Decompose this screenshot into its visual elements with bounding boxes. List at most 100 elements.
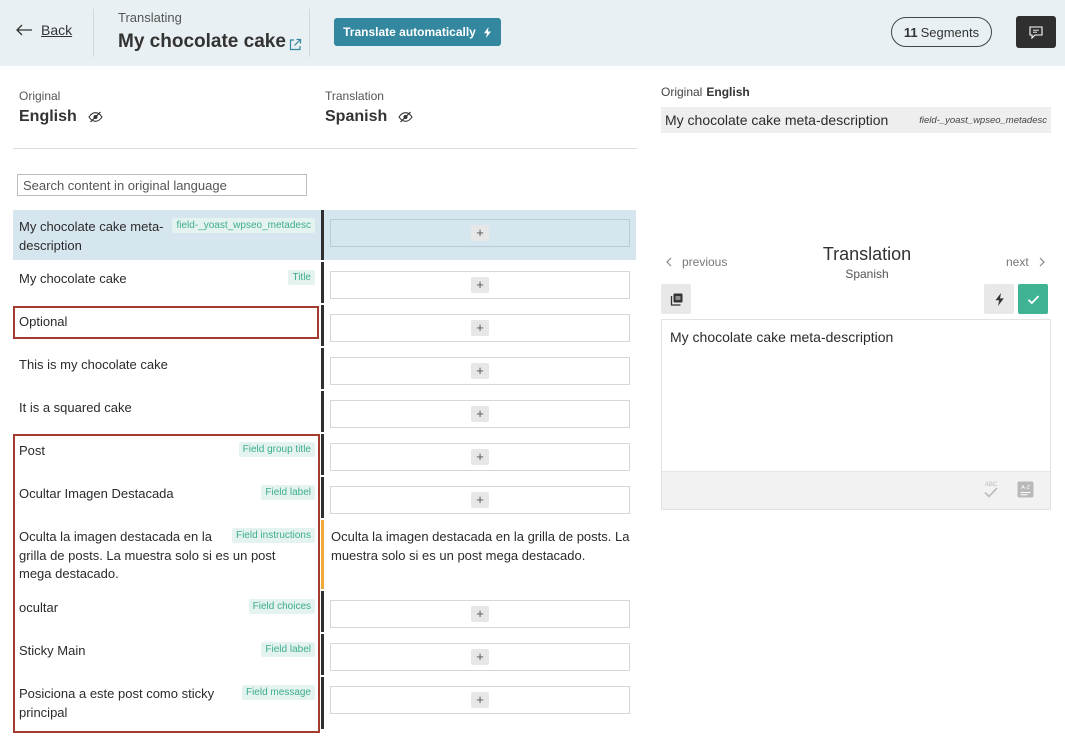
chevron-right-icon bbox=[1039, 257, 1045, 267]
segment-translation-box[interactable]: + bbox=[330, 486, 630, 514]
add-translation-button[interactable]: + bbox=[471, 320, 489, 336]
spellcheck-label: ABC bbox=[985, 482, 998, 488]
back-button[interactable]: Back bbox=[15, 22, 72, 38]
translation-textarea[interactable]: My chocolate cake meta-description bbox=[662, 320, 1050, 471]
eye-hide-icon[interactable] bbox=[398, 111, 413, 123]
segment-translation-box[interactable]: + bbox=[330, 219, 630, 247]
translate-automatically-label: Translate automatically bbox=[343, 25, 476, 39]
editor-toolbar: ABC A-Z bbox=[662, 471, 1050, 509]
segment-status-bar bbox=[321, 677, 324, 729]
original-language: English bbox=[19, 108, 77, 125]
segment-translation-box[interactable]: + bbox=[330, 314, 630, 342]
segment-translation-box[interactable]: + bbox=[330, 643, 630, 671]
segment-translation-box[interactable]: + bbox=[330, 443, 630, 471]
segment-row[interactable]: Title My chocolate cake + bbox=[13, 262, 636, 303]
segment-row[interactable]: field-_yoast_wpseo_metadesc My chocolate… bbox=[13, 210, 636, 260]
panel-original-caption: Original bbox=[661, 85, 703, 99]
field-tag: Title bbox=[288, 270, 315, 285]
previous-segment-button[interactable]: previous bbox=[665, 255, 727, 269]
segment-row[interactable]: Field label Ocultar Imagen Destacada + bbox=[13, 477, 636, 518]
field-tag: Field label bbox=[261, 485, 315, 500]
segment-original[interactable]: Field choices ocultar bbox=[13, 591, 321, 632]
panel-original-field: field-_yoast_wpseo_metadesc bbox=[919, 114, 1047, 126]
add-translation-button[interactable]: + bbox=[471, 649, 489, 665]
add-translation-button[interactable]: + bbox=[471, 606, 489, 622]
segment-translation-box[interactable]: + bbox=[330, 271, 630, 299]
segment-row[interactable]: This is my chocolate cake + bbox=[13, 348, 636, 389]
segment-status-bar bbox=[321, 348, 324, 389]
original-caption: Original bbox=[19, 89, 61, 103]
original-column-header: Original English bbox=[19, 89, 103, 126]
segment-translation-box[interactable]: + bbox=[330, 600, 630, 628]
next-segment-button[interactable]: next bbox=[1006, 255, 1046, 269]
segment-translation-box[interactable]: + bbox=[330, 357, 630, 385]
segment-row[interactable]: Field label Sticky Main + bbox=[13, 634, 636, 675]
field-tag: field-_yoast_wpseo_metadesc bbox=[172, 218, 315, 233]
add-translation-button[interactable]: + bbox=[471, 363, 489, 379]
glossary-icon[interactable]: A-Z bbox=[1017, 481, 1034, 498]
add-translation-button[interactable]: + bbox=[471, 225, 489, 241]
segment-original[interactable]: Field label Ocultar Imagen Destacada bbox=[13, 477, 321, 518]
segment-original[interactable]: Field message Posiciona a este post como… bbox=[13, 677, 321, 729]
segment-status-bar bbox=[321, 634, 324, 675]
panel-language: Spanish bbox=[845, 267, 889, 281]
eye-hide-icon[interactable] bbox=[88, 111, 103, 123]
chat-bubble-icon bbox=[1029, 25, 1043, 39]
segments-count-badge[interactable]: 11 Segments bbox=[891, 17, 992, 47]
add-translation-button[interactable]: + bbox=[471, 692, 489, 708]
back-label: Back bbox=[41, 22, 73, 38]
segment-row[interactable]: Field choices ocultar + bbox=[13, 591, 636, 632]
segment-translation-box[interactable]: + bbox=[330, 400, 630, 428]
segment-original[interactable]: Field label Sticky Main bbox=[13, 634, 321, 675]
segment-row[interactable]: It is a squared cake + bbox=[13, 391, 636, 432]
segment-translation-box[interactable]: + bbox=[330, 686, 630, 714]
segments-label: Segments bbox=[920, 24, 980, 40]
document-title[interactable]: My chocolate cake bbox=[118, 31, 302, 53]
segment-row[interactable]: Field message Posiciona a este post como… bbox=[13, 677, 636, 729]
panel-original-text-bar: My chocolate cake meta-description field… bbox=[661, 107, 1051, 133]
translation-language: Spanish bbox=[325, 108, 388, 125]
segment-original-text: My chocolate cake bbox=[19, 271, 127, 286]
add-translation-button[interactable]: + bbox=[471, 449, 489, 465]
segment-original[interactable]: field-_yoast_wpseo_metadesc My chocolate… bbox=[13, 210, 321, 260]
panel-title: Translation bbox=[822, 244, 912, 264]
approve-translation-button[interactable] bbox=[1018, 284, 1048, 314]
segment-translation-text[interactable]: Oculta la imagen destacada en la grilla … bbox=[331, 528, 631, 565]
segment-original[interactable]: Title My chocolate cake bbox=[13, 262, 321, 303]
top-bar: Back Translating My chocolate cake Trans… bbox=[0, 0, 1065, 66]
header-divider bbox=[93, 9, 94, 57]
segment-status-bar bbox=[321, 262, 324, 303]
translation-caption: Translation bbox=[325, 89, 384, 103]
segment-status-bar bbox=[321, 210, 324, 260]
search-input[interactable] bbox=[17, 174, 307, 196]
lightning-icon bbox=[995, 292, 1004, 306]
segments-count: 11 bbox=[903, 24, 918, 40]
field-tag: Field label bbox=[261, 642, 315, 657]
segment-row[interactable]: Field instructions Oculta la imagen dest… bbox=[13, 520, 636, 589]
document-title-text: My chocolate cake bbox=[118, 31, 286, 52]
segment-row[interactable]: Field group title Post + bbox=[13, 434, 636, 475]
segment-original-text: Optional bbox=[19, 314, 68, 329]
segment-original[interactable]: It is a squared cake bbox=[13, 391, 321, 432]
segment-original[interactable]: Field group title Post bbox=[13, 434, 321, 475]
checkmark-icon bbox=[1027, 294, 1039, 304]
machine-translate-button[interactable] bbox=[984, 284, 1014, 314]
segment-original-text: This is my chocolate cake bbox=[19, 357, 168, 372]
comments-button[interactable] bbox=[1016, 16, 1056, 48]
add-translation-button[interactable]: + bbox=[471, 406, 489, 422]
field-tag: Field group title bbox=[238, 442, 315, 457]
translating-label: Translating bbox=[118, 10, 182, 25]
spellcheck-icon[interactable]: ABC bbox=[982, 480, 1000, 500]
segment-row[interactable]: Optional + bbox=[13, 305, 636, 346]
next-label: next bbox=[1006, 255, 1029, 269]
translate-automatically-button[interactable]: Translate automatically bbox=[334, 18, 501, 46]
field-tag: Field instructions bbox=[231, 528, 315, 543]
segment-original[interactable]: Field instructions Oculta la imagen dest… bbox=[13, 520, 321, 589]
add-translation-button[interactable]: + bbox=[471, 277, 489, 293]
segment-original[interactable]: Optional bbox=[13, 305, 321, 346]
copy-original-button[interactable] bbox=[661, 284, 691, 314]
segment-original[interactable]: This is my chocolate cake bbox=[13, 348, 321, 389]
add-translation-button[interactable]: + bbox=[471, 492, 489, 508]
previous-label: previous bbox=[682, 255, 728, 269]
external-link-icon[interactable] bbox=[289, 38, 302, 51]
